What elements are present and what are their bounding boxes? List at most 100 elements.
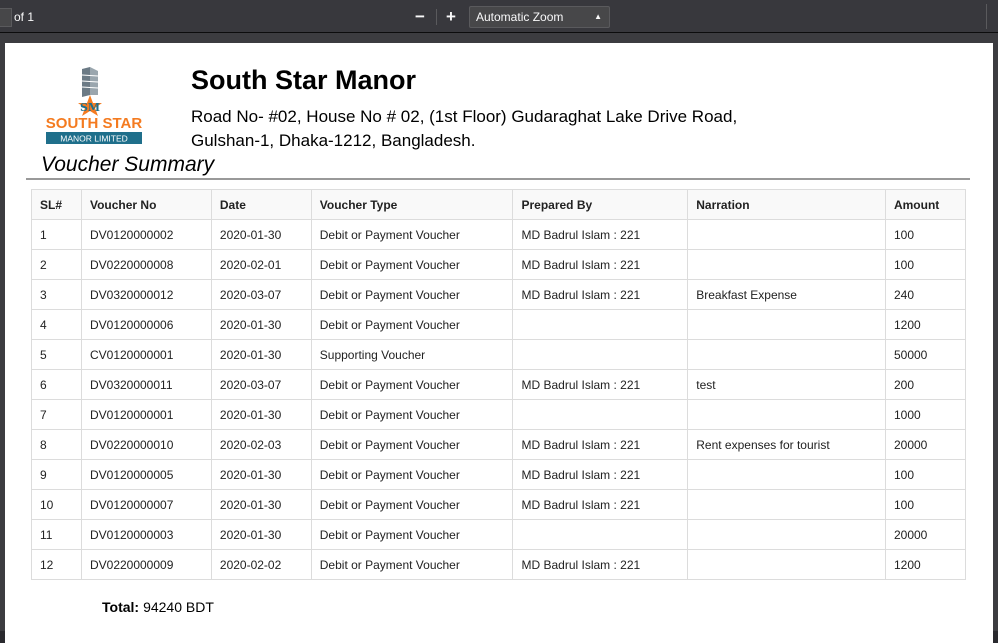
- table-cell: [512, 519, 689, 550]
- pdf-page: SM SOUTH STAR MANOR LIMITED South Star M…: [5, 43, 993, 643]
- table-cell: 3: [31, 279, 82, 310]
- toolbar-separator: [436, 9, 437, 25]
- table-cell: Debit or Payment Voucher: [310, 549, 514, 580]
- logo-text: SOUTH STAR: [46, 115, 143, 132]
- table-cell: 2020-02-02: [210, 549, 312, 580]
- table-cell: 100: [884, 459, 967, 490]
- zoom-out-button[interactable]: −: [409, 7, 431, 27]
- table-cell: DV0320000012: [80, 279, 212, 310]
- table-cell: 2020-02-01: [210, 249, 312, 280]
- company-logo: SM SOUTH STAR MANOR LIMITED: [46, 67, 143, 144]
- table-cell: Debit or Payment Voucher: [310, 459, 514, 490]
- company-name: South Star Manor: [191, 65, 417, 95]
- table-cell: MD Badrul Islam : 221: [512, 219, 689, 250]
- table-cell: Breakfast Expense: [687, 279, 886, 310]
- table-cell: Debit or Payment Voucher: [310, 429, 514, 460]
- table-cell: DV0120000001: [80, 399, 212, 430]
- table-cell: 8: [31, 429, 82, 460]
- table-cell: 2020-01-30: [210, 309, 312, 340]
- table-cell: DV0120000002: [80, 219, 212, 250]
- table-cell: 100: [884, 489, 967, 520]
- table-cell: 1: [31, 219, 82, 250]
- updown-arrow-icon: ▲: [594, 12, 602, 21]
- table-cell: MD Badrul Islam : 221: [512, 249, 689, 280]
- table-cell: 200: [884, 369, 967, 400]
- address-line-1: Road No- #02, House No # 02, (1st Floor)…: [191, 107, 738, 126]
- pdf-viewer[interactable]: SM SOUTH STAR MANOR LIMITED South Star M…: [0, 33, 998, 643]
- table-row: 12 DV0220000009 2020-02-02 Debit or Payment…: [31, 549, 967, 580]
- table-cell: Supporting Voucher: [310, 339, 514, 370]
- table-cell: 10: [31, 489, 82, 520]
- total-value: 94240 BDT: [143, 599, 214, 615]
- table-cell: 2020-02-03: [210, 429, 312, 460]
- table-cell: Debit or Payment Voucher: [310, 279, 514, 310]
- total-line: Total: 94240 BDT: [102, 599, 214, 615]
- table-cell: MD Badrul Islam : 221: [512, 549, 689, 580]
- table-cell: CV0120000001: [80, 339, 212, 370]
- table-cell: 1200: [884, 309, 967, 340]
- table-cell: 100: [884, 219, 967, 250]
- zoom-in-button[interactable]: +: [440, 7, 462, 27]
- table-cell: [687, 249, 886, 280]
- page-count-label: of 1: [14, 10, 35, 24]
- table-cell: 50000: [884, 339, 967, 370]
- table-cell: MD Badrul Islam : 221: [512, 459, 689, 490]
- company-address: Road No- #02, House No # 02, (1st Floor)…: [191, 105, 751, 153]
- column-header: Voucher Type: [310, 189, 514, 220]
- table-cell: [687, 309, 886, 340]
- logo-subtext: MANOR LIMITED: [60, 134, 128, 144]
- table-cell: [512, 399, 689, 430]
- table-cell: [687, 399, 886, 430]
- table-cell: Debit or Payment Voucher: [310, 369, 514, 400]
- address-line-2: Gulshan-1, Dhaka-1212, Bangladesh.: [191, 131, 476, 150]
- table-row: 11 DV0120000003 2020-01-30 Debit or Payment…: [31, 519, 967, 550]
- table-cell: MD Badrul Islam : 221: [512, 429, 689, 460]
- table-cell: [687, 519, 886, 550]
- table-cell: [687, 339, 886, 370]
- table-cell: [687, 459, 886, 490]
- table-cell: 2020-01-30: [210, 399, 312, 430]
- toolbar-separator: [986, 4, 987, 29]
- table-cell: 7: [31, 399, 82, 430]
- table-cell: Debit or Payment Voucher: [310, 399, 514, 430]
- table-cell: 1000: [884, 399, 967, 430]
- table-row: 10 DV0120000007 2020-01-30 Debit or Payment…: [31, 489, 967, 520]
- zoom-select-value: Automatic Zoom: [476, 10, 564, 24]
- table-cell: 100: [884, 249, 967, 280]
- table-row: 4 DV0120000006 2020-01-30 Debit or Payment …: [31, 309, 967, 340]
- table-cell: 1200: [884, 549, 967, 580]
- column-header: Voucher No: [80, 189, 212, 220]
- table-cell: 2020-01-30: [210, 339, 312, 370]
- pdf-toolbar: of 1 − + Automatic Zoom ▲: [0, 0, 998, 33]
- table-cell: DV0120000007: [80, 489, 212, 520]
- table-row: 1 DV0120000002 2020-01-30 Debit or Payment …: [31, 219, 967, 250]
- table-cell: 2020-01-30: [210, 219, 312, 250]
- table-cell: [512, 339, 689, 370]
- table-cell: 2020-01-30: [210, 459, 312, 490]
- page-number-input[interactable]: [0, 8, 12, 27]
- column-header: Prepared By: [512, 189, 689, 220]
- table-cell: 2020-03-07: [210, 279, 312, 310]
- table-cell: 11: [31, 519, 82, 550]
- voucher-table: SL# Voucher No Date Voucher Type Prepare…: [31, 189, 967, 580]
- table-row: 3 DV0320000012 2020-03-07 Debit or Payment …: [31, 279, 967, 310]
- table-cell: Debit or Payment Voucher: [310, 219, 514, 250]
- zoom-select[interactable]: Automatic Zoom ▲: [469, 6, 610, 28]
- table-row: 8 DV0220000010 2020-02-03 Debit or Payment …: [31, 429, 967, 460]
- table-cell: 2020-03-07: [210, 369, 312, 400]
- table-cell: 6: [31, 369, 82, 400]
- column-header: SL#: [31, 189, 82, 220]
- column-header: Amount: [884, 189, 967, 220]
- table-cell: 2: [31, 249, 82, 280]
- table-cell: 9: [31, 459, 82, 490]
- logo-mark: SM: [80, 101, 100, 114]
- table-cell: 2020-01-30: [210, 489, 312, 520]
- table-cell: Rent expenses for tourist: [687, 429, 886, 460]
- table-cell: [687, 489, 886, 520]
- table-header-row: SL# Voucher No Date Voucher Type Prepare…: [31, 189, 967, 220]
- table-cell: DV0320000011: [80, 369, 212, 400]
- table-row: 5 CV0120000001 2020-01-30 Supporting Vouche…: [31, 339, 967, 370]
- table-cell: [687, 549, 886, 580]
- table-cell: MD Badrul Islam : 221: [512, 369, 689, 400]
- table-cell: 20000: [884, 519, 967, 550]
